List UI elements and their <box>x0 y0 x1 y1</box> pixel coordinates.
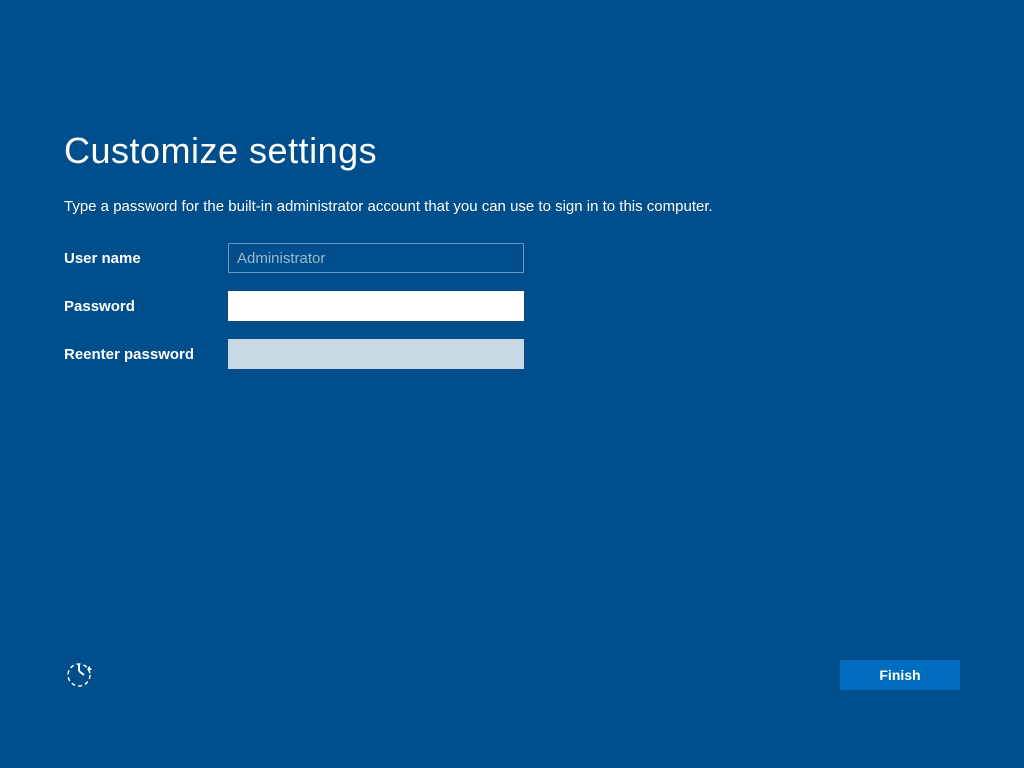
page-description: Type a password for the built-in adminis… <box>64 198 960 215</box>
reenter-password-row: Reenter password <box>64 339 960 369</box>
page-title: Customize settings <box>64 130 960 172</box>
username-input <box>228 243 524 273</box>
ease-of-access-icon[interactable] <box>64 660 94 690</box>
username-row: User name <box>64 243 960 273</box>
finish-button[interactable]: Finish <box>840 660 960 690</box>
password-input[interactable] <box>228 291 524 321</box>
footer: Finish <box>0 660 1024 690</box>
reenter-password-label: Reenter password <box>64 346 228 363</box>
reenter-password-input[interactable] <box>228 339 524 369</box>
password-row: Password <box>64 291 960 321</box>
password-label: Password <box>64 298 228 315</box>
username-label: User name <box>64 250 228 267</box>
main-container: Customize settings Type a password for t… <box>0 0 1024 369</box>
